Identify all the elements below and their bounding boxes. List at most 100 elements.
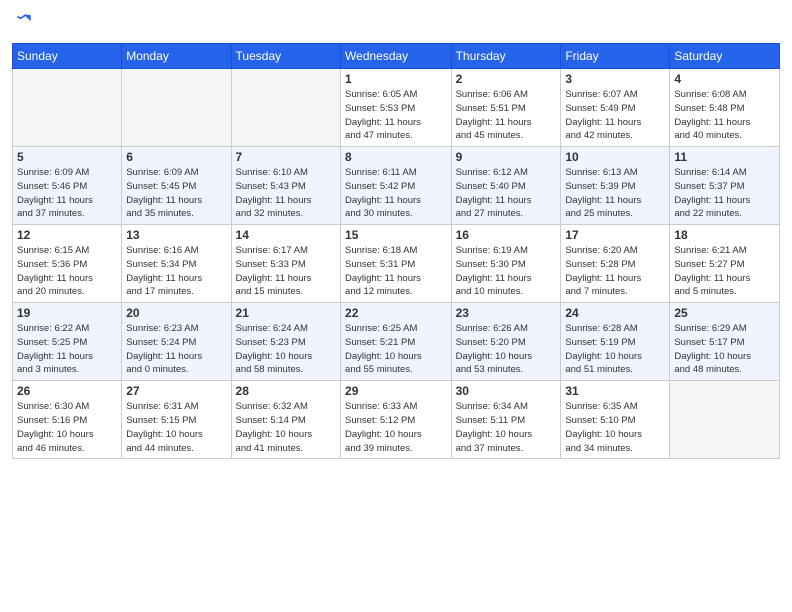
day-info: Sunrise: 6:24 AMSunset: 5:23 PMDaylight:…	[236, 322, 337, 377]
calendar-cell: 2 Sunrise: 6:06 AMSunset: 5:51 PMDaylight…	[451, 69, 561, 147]
day-number: 30	[456, 384, 557, 398]
day-number: 17	[565, 228, 665, 242]
day-info: Sunrise: 6:06 AMSunset: 5:51 PMDaylight:…	[456, 88, 557, 143]
logo	[12, 10, 34, 35]
weekday-header-monday: Monday	[122, 44, 231, 69]
day-number: 10	[565, 150, 665, 164]
calendar-cell: 17 Sunrise: 6:20 AMSunset: 5:28 PMDayligh…	[561, 225, 670, 303]
calendar-cell: 26 Sunrise: 6:30 AMSunset: 5:16 PMDayligh…	[13, 381, 122, 459]
calendar-week-1: 1 Sunrise: 6:05 AMSunset: 5:53 PMDaylight…	[13, 69, 780, 147]
header	[12, 10, 780, 35]
calendar-cell	[670, 381, 780, 459]
day-info: Sunrise: 6:13 AMSunset: 5:39 PMDaylight:…	[565, 166, 665, 221]
day-number: 18	[674, 228, 775, 242]
day-number: 21	[236, 306, 337, 320]
day-info: Sunrise: 6:33 AMSunset: 5:12 PMDaylight:…	[345, 400, 447, 455]
day-number: 3	[565, 72, 665, 86]
day-number: 12	[17, 228, 117, 242]
calendar-cell: 5Sunrise: 6:09 AMSunset: 5:46 PMDaylight…	[13, 147, 122, 225]
calendar-cell: 28 Sunrise: 6:32 AMSunset: 5:14 PMDayligh…	[231, 381, 341, 459]
day-number: 1	[345, 72, 447, 86]
calendar-week-2: 5Sunrise: 6:09 AMSunset: 5:46 PMDaylight…	[13, 147, 780, 225]
day-info: Sunrise: 6:17 AMSunset: 5:33 PMDaylight:…	[236, 244, 337, 299]
day-number: 11	[674, 150, 775, 164]
day-info: Sunrise: 6:19 AMSunset: 5:30 PMDaylight:…	[456, 244, 557, 299]
calendar-week-3: 12 Sunrise: 6:15 AMSunset: 5:36 PMDayligh…	[13, 225, 780, 303]
weekday-header-row: SundayMondayTuesdayWednesdayThursdayFrid…	[13, 44, 780, 69]
day-info: Sunrise: 6:18 AMSunset: 5:31 PMDaylight:…	[345, 244, 447, 299]
calendar-cell: 20 Sunrise: 6:23 AMSunset: 5:24 PMDayligh…	[122, 303, 231, 381]
weekday-header-tuesday: Tuesday	[231, 44, 341, 69]
calendar-cell: 18 Sunrise: 6:21 AMSunset: 5:27 PMDayligh…	[670, 225, 780, 303]
day-info: Sunrise: 6:22 AMSunset: 5:25 PMDaylight:…	[17, 322, 117, 377]
day-number: 19	[17, 306, 117, 320]
day-number: 9	[456, 150, 557, 164]
day-number: 5	[17, 150, 117, 164]
calendar-cell: 10 Sunrise: 6:13 AMSunset: 5:39 PMDayligh…	[561, 147, 670, 225]
calendar-cell: 16 Sunrise: 6:19 AMSunset: 5:30 PMDayligh…	[451, 225, 561, 303]
calendar-cell: 23Sunrise: 6:26 AMSunset: 5:20 PMDayligh…	[451, 303, 561, 381]
calendar-cell: 3 Sunrise: 6:07 AMSunset: 5:49 PMDaylight…	[561, 69, 670, 147]
day-info: Sunrise: 6:07 AMSunset: 5:49 PMDaylight:…	[565, 88, 665, 143]
day-number: 4	[674, 72, 775, 86]
day-number: 20	[126, 306, 226, 320]
day-info: Sunrise: 6:12 AMSunset: 5:40 PMDaylight:…	[456, 166, 557, 221]
logo-icon	[14, 10, 34, 30]
calendar-cell: 29 Sunrise: 6:33 AMSunset: 5:12 PMDayligh…	[341, 381, 452, 459]
calendar-cell: 21 Sunrise: 6:24 AMSunset: 5:23 PMDayligh…	[231, 303, 341, 381]
calendar-cell: 22 Sunrise: 6:25 AMSunset: 5:21 PMDayligh…	[341, 303, 452, 381]
day-info: Sunrise: 6:25 AMSunset: 5:21 PMDaylight:…	[345, 322, 447, 377]
day-info: Sunrise: 6:08 AMSunset: 5:48 PMDaylight:…	[674, 88, 775, 143]
calendar-cell: 19 Sunrise: 6:22 AMSunset: 5:25 PMDayligh…	[13, 303, 122, 381]
day-number: 8	[345, 150, 447, 164]
day-info: Sunrise: 6:32 AMSunset: 5:14 PMDaylight:…	[236, 400, 337, 455]
day-info: Sunrise: 6:20 AMSunset: 5:28 PMDaylight:…	[565, 244, 665, 299]
day-info: Sunrise: 6:16 AMSunset: 5:34 PMDaylight:…	[126, 244, 226, 299]
calendar-week-4: 19 Sunrise: 6:22 AMSunset: 5:25 PMDayligh…	[13, 303, 780, 381]
day-number: 24	[565, 306, 665, 320]
calendar-cell: 31 Sunrise: 6:35 AMSunset: 5:10 PMDayligh…	[561, 381, 670, 459]
day-number: 7	[236, 150, 337, 164]
calendar-cell	[122, 69, 231, 147]
weekday-header-saturday: Saturday	[670, 44, 780, 69]
day-number: 16	[456, 228, 557, 242]
day-number: 31	[565, 384, 665, 398]
calendar-cell: 24 Sunrise: 6:28 AMSunset: 5:19 PMDayligh…	[561, 303, 670, 381]
weekday-header-friday: Friday	[561, 44, 670, 69]
day-info: Sunrise: 6:05 AMSunset: 5:53 PMDaylight:…	[345, 88, 447, 143]
day-number: 25	[674, 306, 775, 320]
day-number: 14	[236, 228, 337, 242]
calendar-cell: 8 Sunrise: 6:11 AMSunset: 5:42 PMDaylight…	[341, 147, 452, 225]
day-number: 26	[17, 384, 117, 398]
day-info: Sunrise: 6:15 AMSunset: 5:36 PMDaylight:…	[17, 244, 117, 299]
day-info: Sunrise: 6:35 AMSunset: 5:10 PMDaylight:…	[565, 400, 665, 455]
calendar-cell: 25Sunrise: 6:29 AMSunset: 5:17 PMDayligh…	[670, 303, 780, 381]
day-number: 2	[456, 72, 557, 86]
calendar-cell: 1 Sunrise: 6:05 AMSunset: 5:53 PMDaylight…	[341, 69, 452, 147]
day-info: Sunrise: 6:14 AMSunset: 5:37 PMDaylight:…	[674, 166, 775, 221]
calendar-cell	[13, 69, 122, 147]
calendar-cell: 12 Sunrise: 6:15 AMSunset: 5:36 PMDayligh…	[13, 225, 122, 303]
calendar-cell	[231, 69, 341, 147]
day-info: Sunrise: 6:21 AMSunset: 5:27 PMDaylight:…	[674, 244, 775, 299]
calendar-table: SundayMondayTuesdayWednesdayThursdayFrid…	[12, 43, 780, 459]
day-info: Sunrise: 6:23 AMSunset: 5:24 PMDaylight:…	[126, 322, 226, 377]
calendar-week-5: 26 Sunrise: 6:30 AMSunset: 5:16 PMDayligh…	[13, 381, 780, 459]
day-number: 23	[456, 306, 557, 320]
day-info: Sunrise: 6:28 AMSunset: 5:19 PMDaylight:…	[565, 322, 665, 377]
calendar-cell: 27Sunrise: 6:31 AMSunset: 5:15 PMDayligh…	[122, 381, 231, 459]
calendar-cell: 7 Sunrise: 6:10 AMSunset: 5:43 PMDaylight…	[231, 147, 341, 225]
day-number: 28	[236, 384, 337, 398]
day-number: 22	[345, 306, 447, 320]
day-number: 29	[345, 384, 447, 398]
day-info: Sunrise: 6:10 AMSunset: 5:43 PMDaylight:…	[236, 166, 337, 221]
day-info: Sunrise: 6:11 AMSunset: 5:42 PMDaylight:…	[345, 166, 447, 221]
weekday-header-sunday: Sunday	[13, 44, 122, 69]
calendar-cell: 13 Sunrise: 6:16 AMSunset: 5:34 PMDayligh…	[122, 225, 231, 303]
day-info: Sunrise: 6:30 AMSunset: 5:16 PMDaylight:…	[17, 400, 117, 455]
day-number: 27	[126, 384, 226, 398]
day-info: Sunrise: 6:09 AMSunset: 5:45 PMDaylight:…	[126, 166, 226, 221]
day-number: 13	[126, 228, 226, 242]
calendar-cell: 14 Sunrise: 6:17 AMSunset: 5:33 PMDayligh…	[231, 225, 341, 303]
calendar-cell: 4 Sunrise: 6:08 AMSunset: 5:48 PMDaylight…	[670, 69, 780, 147]
